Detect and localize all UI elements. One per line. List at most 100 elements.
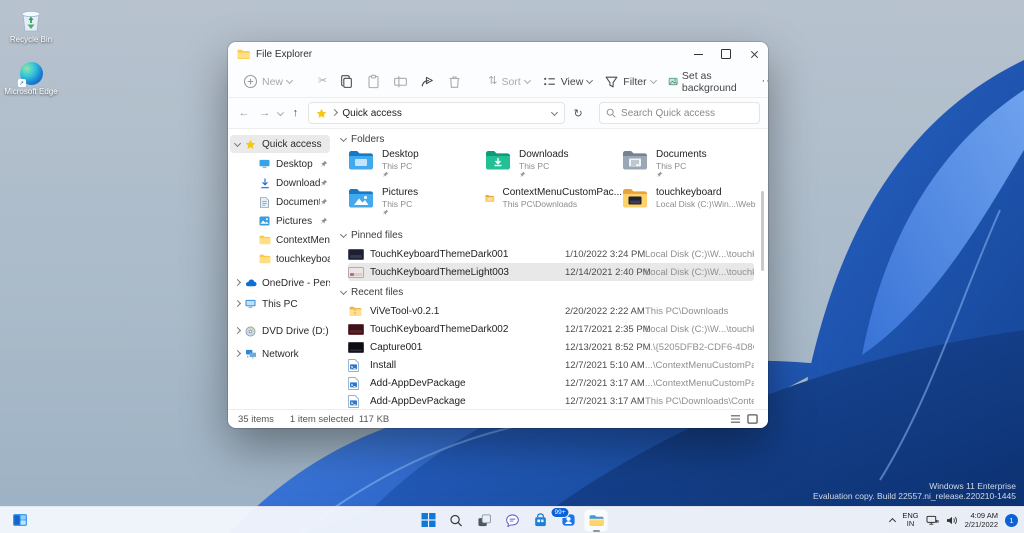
hidden-icons-chevron[interactable] [889, 517, 897, 525]
file-row-capture001[interactable]: Capture001 12/13/2021 8:52 PM ...\{5205D… [348, 338, 754, 356]
file-date: 1/10/2022 3:24 PM [565, 248, 646, 260]
desktop-icon-recycle-bin[interactable]: Recycle Bin [4, 7, 58, 44]
section-header-pinned-files[interactable]: Pinned files [336, 228, 754, 242]
set-as-background-button[interactable]: Set as background [663, 67, 747, 97]
file-row-add-appdevpackage-2[interactable]: Add-AppDevPackage 12/7/2021 3:17 AM This… [348, 392, 754, 409]
folder-icon [258, 234, 271, 247]
file-location: Local Disk (C:)\W...\touchkeyboard [645, 248, 754, 260]
folder-tile-touchkeyboard[interactable]: touchkeyboard Local Disk (C:)\Win...\Web [622, 186, 759, 224]
folder-tile-contextmenucustompac[interactable]: ContextMenuCustomPac... This PC\Download… [485, 186, 622, 224]
expand-chevron-icon[interactable] [233, 349, 241, 357]
sort-button[interactable]: ⇅ Sort [483, 73, 534, 91]
onedrive-cloud-icon [244, 277, 257, 290]
recent-locations-chevron[interactable] [276, 108, 284, 116]
sidebar-item-downloads[interactable]: Downloads [244, 174, 330, 192]
quick-access-star-icon [244, 138, 257, 151]
file-row-add-appdevpackage-1[interactable]: Add-AppDevPackage 12/7/2021 3:17 AM ...\… [348, 374, 754, 392]
clock[interactable]: 4:09 AM 2/21/2022 [965, 511, 998, 529]
search-box[interactable] [599, 102, 761, 124]
microsoft-store-button[interactable] [528, 509, 553, 532]
desktop-icon-microsoft-edge[interactable]: ↗ Microsoft Edge [4, 62, 58, 96]
section-header-folders[interactable]: Folders [336, 132, 754, 146]
share-button[interactable] [415, 71, 440, 92]
details-view-toggle-icon[interactable] [730, 414, 741, 424]
start-button[interactable] [416, 509, 441, 532]
script-file-icon [348, 358, 364, 372]
share-icon [421, 76, 434, 87]
refresh-button[interactable]: ↻ [570, 107, 586, 120]
sidebar-item-desktop[interactable]: Desktop [244, 155, 330, 173]
chat-button[interactable] [500, 509, 525, 532]
vertical-scrollbar[interactable] [761, 133, 764, 403]
sidebar-item-documents[interactable]: Documents [244, 193, 330, 211]
task-view-icon [477, 514, 491, 526]
new-button[interactable]: New [238, 71, 297, 92]
file-row-install[interactable]: Install 12/7/2021 5:10 AM ...\ContextMen… [348, 356, 754, 374]
address-bar[interactable]: Quick access [308, 102, 566, 124]
widgets-button[interactable] [7, 509, 32, 532]
folder-tile-documents[interactable]: Documents This PC [622, 148, 759, 186]
view-button[interactable]: View [537, 71, 598, 92]
maximize-button[interactable] [712, 42, 740, 66]
sidebar-item-onedrive[interactable]: OneDrive - Personal [230, 274, 330, 292]
delete-button[interactable] [442, 71, 467, 92]
address-dropdown-chevron[interactable] [551, 108, 559, 116]
sidebar-item-touchkeyboard[interactable]: touchkeyboard [244, 250, 330, 268]
network-icon[interactable] [926, 515, 939, 526]
language-indicator[interactable]: ENG IN [902, 512, 918, 528]
file-row-vivetool[interactable]: ViVeTool-v0.2.1 2/20/2022 2:22 AM This P… [348, 302, 754, 320]
sidebar-item-pictures[interactable]: Pictures [244, 212, 330, 230]
expand-chevron-icon[interactable] [233, 278, 241, 286]
file-location: ...\ContextMenuCustomPackage_... [645, 359, 754, 371]
filter-funnel-icon [605, 76, 618, 88]
section-header-recent-files[interactable]: Recent files [336, 285, 754, 299]
paste-icon [368, 74, 379, 89]
file-explorer-window: File Explorer New ✂ ⇅ Sort View Filter S… [228, 42, 768, 428]
expand-chevron-icon[interactable] [233, 326, 241, 334]
large-thumbnails-view-toggle-icon[interactable] [747, 414, 758, 424]
file-explorer-taskbar-button[interactable] [583, 508, 609, 532]
cut-button[interactable]: ✂ [313, 73, 332, 90]
expand-chevron-icon[interactable] [233, 139, 241, 147]
notification-center-badge[interactable]: 1 [1005, 513, 1018, 527]
paste-button[interactable] [361, 71, 386, 92]
tile-name: Pictures [382, 187, 419, 198]
titlebar[interactable]: File Explorer [228, 42, 768, 66]
expand-chevron-icon[interactable] [233, 299, 241, 307]
forward-button[interactable]: → [257, 107, 273, 119]
script-file-icon [348, 394, 364, 408]
up-button[interactable]: ↑ [287, 107, 303, 119]
folder-tile-pictures[interactable]: Pictures This PC [348, 186, 485, 224]
tile-location: This PC [382, 160, 413, 171]
notifications-app-button[interactable]: 99+ [550, 506, 581, 532]
folder-tile-desktop[interactable]: Desktop This PC [348, 148, 485, 186]
folder-tile-downloads[interactable]: Downloads This PC [485, 148, 622, 186]
store-bag-icon [534, 513, 546, 527]
search-input[interactable] [621, 107, 754, 119]
see-more-button[interactable]: ··· [757, 73, 768, 90]
document-icon [258, 196, 271, 209]
file-name: ViVeTool-v0.2.1 [370, 305, 440, 317]
sidebar-item-contextmenucust[interactable]: ContextMenuCust [244, 231, 330, 249]
copy-button[interactable] [334, 71, 359, 92]
back-button[interactable]: ← [236, 107, 252, 119]
task-view-button[interactable] [472, 509, 497, 532]
filter-button[interactable]: Filter [599, 71, 660, 92]
sidebar-label: Downloads [276, 177, 320, 189]
file-name: Install [370, 359, 397, 371]
file-row-touchkeyboardthemedark002[interactable]: TouchKeyboardThemeDark002 12/17/2021 2:3… [348, 320, 754, 338]
sidebar-label: Documents [276, 196, 320, 208]
close-button[interactable] [740, 42, 768, 66]
file-row-touchkeyboardthemedark001[interactable]: TouchKeyboardThemeDark001 1/10/2022 3:24… [348, 245, 754, 263]
volume-icon[interactable] [946, 515, 958, 526]
scrollbar-thumb[interactable] [761, 191, 764, 271]
rename-button[interactable] [388, 71, 413, 92]
search-button[interactable] [444, 509, 469, 532]
minimize-button[interactable] [684, 42, 712, 66]
set-as-background-label: Set as background [681, 69, 737, 94]
sidebar-item-this-pc[interactable]: This PC [230, 295, 330, 313]
sidebar-item-network[interactable]: Network [230, 345, 330, 363]
file-row-touchkeyboardthemelight003-selected[interactable]: TouchKeyboardThemeLight003 12/14/2021 2:… [348, 263, 754, 281]
sidebar-item-dvd-drive[interactable]: DVD Drive (D:) CCCO [230, 322, 330, 340]
sidebar-item-quick-access[interactable]: Quick access [230, 135, 330, 153]
